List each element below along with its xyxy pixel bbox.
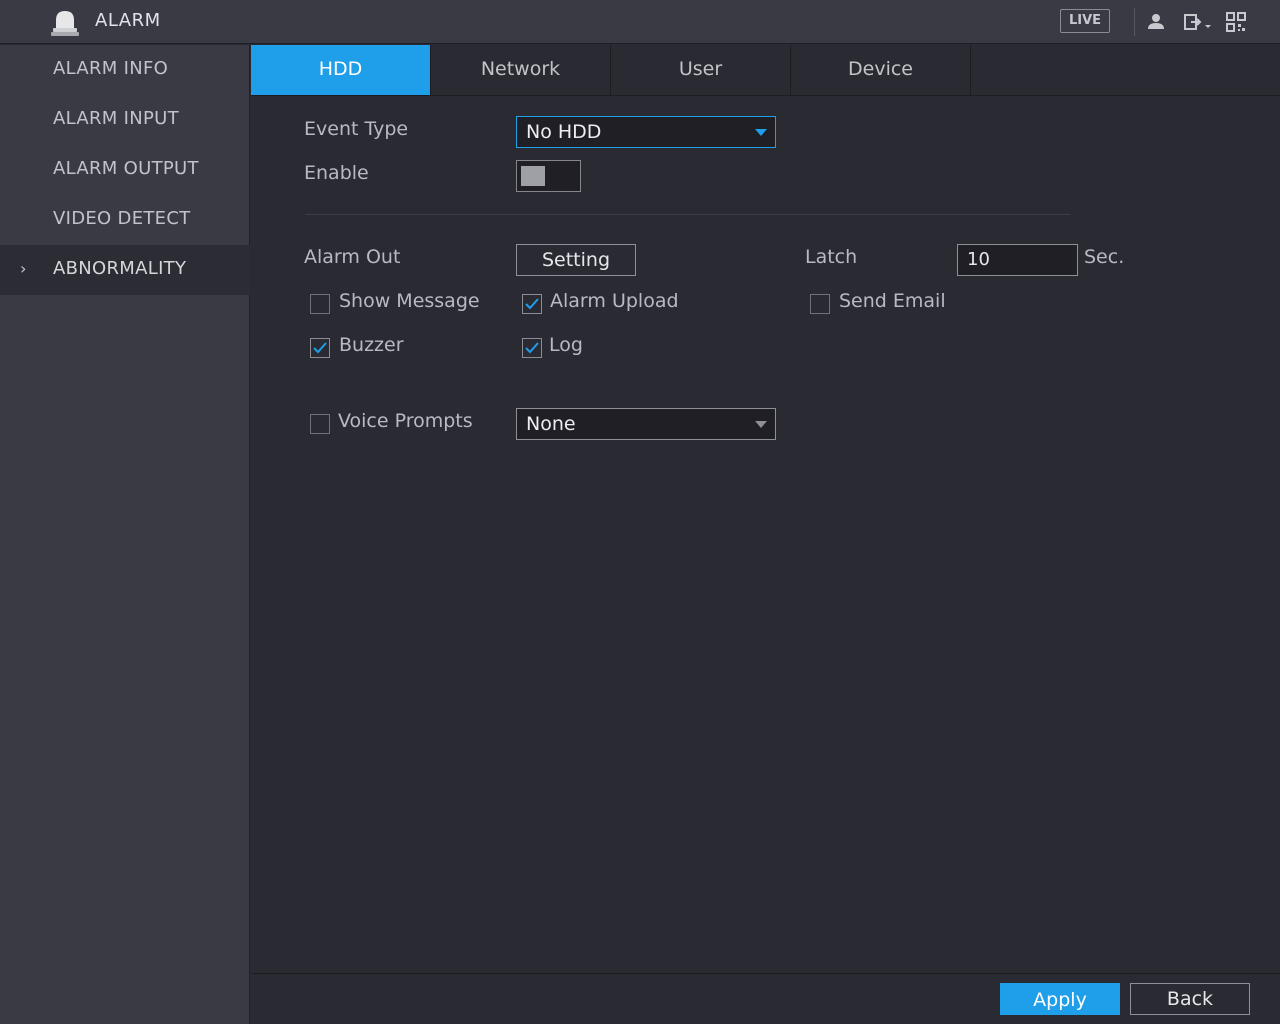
sidebar-item-alarm-input[interactable]: ALARM INPUT <box>0 95 250 145</box>
sidebar-item-label: ALARM INPUT <box>53 108 179 129</box>
tab-bar: HDD Network User Device <box>251 45 1280 96</box>
voice-prompts-value: None <box>526 413 576 435</box>
live-button[interactable]: LIVE <box>1060 9 1110 33</box>
latch-label: Latch <box>805 246 858 268</box>
event-type-label: Event Type <box>304 118 409 140</box>
tab-user[interactable]: User <box>611 45 791 95</box>
latch-unit: Sec. <box>1084 246 1125 268</box>
show-message-checkbox[interactable] <box>310 294 330 314</box>
user-icon[interactable] <box>1144 10 1168 34</box>
sidebar-item-alarm-info[interactable]: ALARM INFO <box>0 45 250 95</box>
page-title: ALARM <box>95 10 161 31</box>
tab-network[interactable]: Network <box>431 45 611 95</box>
voice-prompts-checkbox[interactable] <box>310 414 330 434</box>
alarm-bell-icon <box>51 11 79 36</box>
sidebar-item-label: ALARM INFO <box>53 58 169 79</box>
chevron-right-icon: › <box>20 259 27 278</box>
send-email-label: Send Email <box>839 290 946 312</box>
buzzer-checkbox[interactable] <box>310 338 330 358</box>
enable-toggle[interactable] <box>516 160 581 192</box>
apply-button[interactable]: Apply <box>1000 983 1120 1015</box>
event-type-select[interactable]: No HDD <box>516 116 776 148</box>
show-message-label: Show Message <box>339 290 480 312</box>
enable-label: Enable <box>304 162 369 184</box>
voice-prompts-label: Voice Prompts <box>338 410 473 432</box>
toggle-knob <box>521 166 545 186</box>
sidebar-item-alarm-output[interactable]: ALARM OUTPUT <box>0 145 250 195</box>
sidebar: ALARM INFO ALARM INPUT ALARM OUTPUT VIDE… <box>0 45 250 1024</box>
dropdown-caret-icon <box>755 129 767 136</box>
logout-icon[interactable] <box>1182 10 1214 34</box>
sidebar-item-label: VIDEO DETECT <box>53 208 191 229</box>
tab-hdd[interactable]: HDD <box>251 45 431 95</box>
footer-divider <box>251 973 1280 974</box>
dropdown-caret-icon <box>755 421 767 428</box>
alarm-upload-checkbox[interactable] <box>522 294 542 314</box>
voice-prompts-select[interactable]: None <box>516 408 776 440</box>
top-bar: ALARM LIVE <box>0 0 1280 44</box>
checkmark-icon <box>313 342 327 354</box>
alarm-out-label: Alarm Out <box>304 246 401 268</box>
sidebar-item-abnormality[interactable]: › ABNORMALITY <box>0 245 250 295</box>
log-checkbox[interactable] <box>522 338 542 358</box>
latch-input[interactable]: 10 <box>957 244 1078 276</box>
log-label: Log <box>549 334 583 356</box>
section-divider <box>305 214 1070 215</box>
sidebar-item-label: ALARM OUTPUT <box>53 158 199 179</box>
qr-code-icon[interactable] <box>1224 10 1248 34</box>
send-email-checkbox[interactable] <box>810 294 830 314</box>
buzzer-label: Buzzer <box>339 334 404 356</box>
sidebar-item-label: ABNORMALITY <box>53 258 187 279</box>
event-type-value: No HDD <box>526 121 602 143</box>
top-separator <box>1134 8 1135 36</box>
sidebar-item-video-detect[interactable]: VIDEO DETECT <box>0 195 250 245</box>
tab-device[interactable]: Device <box>791 45 971 95</box>
alarm-out-setting-button[interactable]: Setting <box>516 244 636 276</box>
alarm-upload-label: Alarm Upload <box>550 290 679 312</box>
back-button[interactable]: Back <box>1130 983 1250 1015</box>
checkmark-icon <box>525 342 539 354</box>
checkmark-icon <box>525 298 539 310</box>
